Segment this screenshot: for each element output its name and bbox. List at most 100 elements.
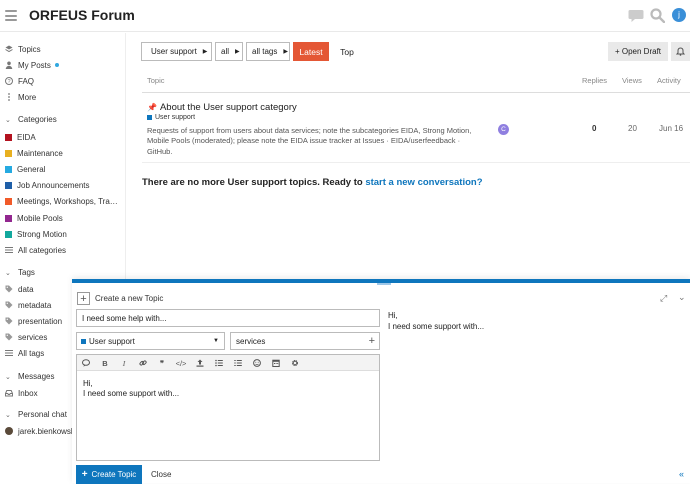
sidebar-section-tags[interactable]: ⌄ Tags	[5, 268, 35, 277]
sidebar-item-label: All tags	[18, 348, 45, 358]
sidebar-item-inbox[interactable]: Inbox	[5, 386, 38, 400]
editor-toolbar: B I ❞ </>	[77, 355, 379, 371]
sidebar-item-category[interactable]: General	[5, 162, 45, 176]
tag-icon	[5, 301, 13, 309]
tab-latest[interactable]: Latest	[293, 42, 329, 61]
section-header: Messages	[18, 372, 55, 381]
caret-right-icon: ▶	[235, 49, 240, 55]
plus-icon: +	[81, 469, 88, 480]
create-topic-label: Create Topic	[91, 470, 137, 479]
sidebar-item-all-tags[interactable]: All tags	[5, 346, 44, 360]
sidebar-item-category[interactable]: Meetings, Workshops, Tra…	[5, 195, 118, 209]
bullet-list-icon[interactable]	[213, 357, 225, 369]
gear-icon[interactable]	[289, 357, 301, 369]
category-color-swatch	[5, 133, 12, 141]
list-icon	[5, 246, 13, 254]
bold-icon[interactable]: B	[99, 357, 111, 369]
tag-icon	[5, 317, 13, 325]
emoji-icon[interactable]	[251, 357, 263, 369]
hamburger-menu-icon[interactable]	[5, 10, 17, 21]
expand-icon[interactable]: ⤢	[660, 293, 667, 304]
numbered-list-icon[interactable]	[232, 357, 244, 369]
sidebar-item-tag[interactable]: metadata	[5, 298, 51, 312]
sidebar-item-category[interactable]: Maintenance	[5, 146, 63, 160]
composer-category-select[interactable]: User support ▼	[76, 332, 225, 350]
chat-icon[interactable]	[628, 9, 644, 23]
topic-excerpt: Requests of support from users about dat…	[147, 126, 472, 156]
sidebar-section-categories[interactable]: ⌄ Categories	[5, 115, 57, 124]
chevron-down-icon[interactable]: ⌄	[678, 292, 686, 303]
quote-bubble-icon[interactable]	[80, 357, 92, 369]
sidebar-item-category[interactable]: Mobile Pools	[5, 211, 63, 225]
column-header-views[interactable]: Views	[622, 76, 642, 85]
search-icon[interactable]	[650, 8, 665, 23]
composer-resize-grip[interactable]	[377, 283, 391, 285]
user-avatar-icon	[5, 427, 13, 435]
italic-icon[interactable]: I	[118, 357, 130, 369]
column-header-topic[interactable]: Topic	[147, 76, 165, 85]
tag-icon	[5, 333, 13, 341]
layers-icon	[5, 45, 13, 53]
topic-activity[interactable]: Jun 16	[659, 124, 683, 133]
sidebar-section-messages[interactable]: ⌄ Messages	[5, 372, 54, 381]
sidebar-item-label: More	[18, 92, 37, 102]
composer-tag-label: services	[236, 336, 266, 346]
topic-category-badge[interactable]: User support	[147, 114, 195, 121]
tab-top[interactable]: Top	[333, 42, 361, 61]
column-header-replies[interactable]: Replies	[582, 76, 607, 85]
sidebar-item-all-categories[interactable]: All categories	[5, 243, 66, 257]
link-icon[interactable]	[137, 357, 149, 369]
site-title[interactable]: ORFEUS Forum	[29, 7, 135, 23]
create-topic-button[interactable]: + Create Topic	[76, 465, 142, 484]
poster-avatar[interactable]: C	[498, 124, 509, 135]
sidebar-item-tag[interactable]: data	[5, 282, 34, 296]
sidebar-item-tag[interactable]: presentation	[5, 314, 62, 328]
toggle-preview-icon[interactable]: «	[679, 469, 684, 479]
site-header: ORFEUS Forum j	[0, 0, 690, 32]
composer-tag-select[interactable]: services +	[230, 332, 380, 350]
sidebar-item-more[interactable]: More	[5, 90, 36, 104]
section-header: Categories	[18, 115, 57, 124]
subcategory-dropdown[interactable]: all ▶	[215, 42, 243, 61]
sidebar-item-label: services	[18, 332, 48, 342]
column-header-activity[interactable]: Activity	[657, 76, 681, 85]
category-color-swatch	[5, 198, 12, 206]
category-color-swatch	[5, 214, 12, 222]
no-more-topics-message: There are no more User support topics. R…	[142, 177, 483, 188]
calendar-icon[interactable]	[270, 357, 282, 369]
close-composer-button[interactable]: Close	[151, 470, 171, 479]
chevron-down-icon: ⌄	[5, 269, 11, 277]
sidebar-item-my-posts[interactable]: My Posts	[5, 58, 59, 72]
sidebar-item-label: Maintenance	[17, 148, 63, 158]
question-icon: ?	[5, 77, 13, 85]
blockquote-icon[interactable]: ❞	[156, 357, 168, 369]
category-color-swatch	[5, 165, 12, 173]
start-conversation-link[interactable]: start a new conversation?	[365, 177, 482, 188]
sidebar-item-faq[interactable]: ? FAQ	[5, 74, 34, 88]
code-icon[interactable]: </>	[175, 357, 187, 369]
sidebar-item-label: My Posts	[18, 60, 51, 70]
tags-dropdown[interactable]: all tags ▶	[246, 42, 290, 61]
sidebar-item-category[interactable]: Job Announcements	[5, 179, 90, 193]
sidebar-item-label: Meetings, Workshops, Tra…	[17, 197, 118, 207]
open-draft-button[interactable]: + Open Draft	[608, 42, 668, 61]
sidebar-item-category[interactable]: Strong Motion	[5, 227, 67, 241]
topic-title-input[interactable]: I need some help with...	[76, 309, 380, 327]
sidebar-item-chat-user[interactable]: jarek.bienkowsk	[5, 424, 75, 438]
svg-text:?: ?	[7, 79, 10, 85]
sidebar-item-label: data	[18, 284, 34, 294]
editor-textarea[interactable]: Hi, I need some support with...	[83, 379, 179, 399]
post-editor[interactable]: B I ❞ </> Hi, I need some support with..…	[76, 354, 380, 461]
divider	[142, 92, 690, 93]
topic-title-link[interactable]: 📌 About the User support category	[147, 102, 297, 113]
upload-icon[interactable]	[194, 357, 206, 369]
composer-action-title[interactable]: Create a new Topic	[95, 294, 163, 303]
sidebar-section-chat[interactable]: ⌄ Personal chat	[5, 410, 67, 419]
sidebar-item-tag[interactable]: services	[5, 330, 47, 344]
category-dropdown-label: User support	[151, 47, 197, 56]
notification-bell-button[interactable]	[671, 42, 690, 61]
sidebar-item-category[interactable]: EIDA	[5, 130, 36, 144]
category-dropdown[interactable]: User support ▶	[141, 42, 212, 61]
user-avatar[interactable]: j	[672, 8, 686, 22]
sidebar-item-topics[interactable]: Topics	[5, 42, 41, 56]
